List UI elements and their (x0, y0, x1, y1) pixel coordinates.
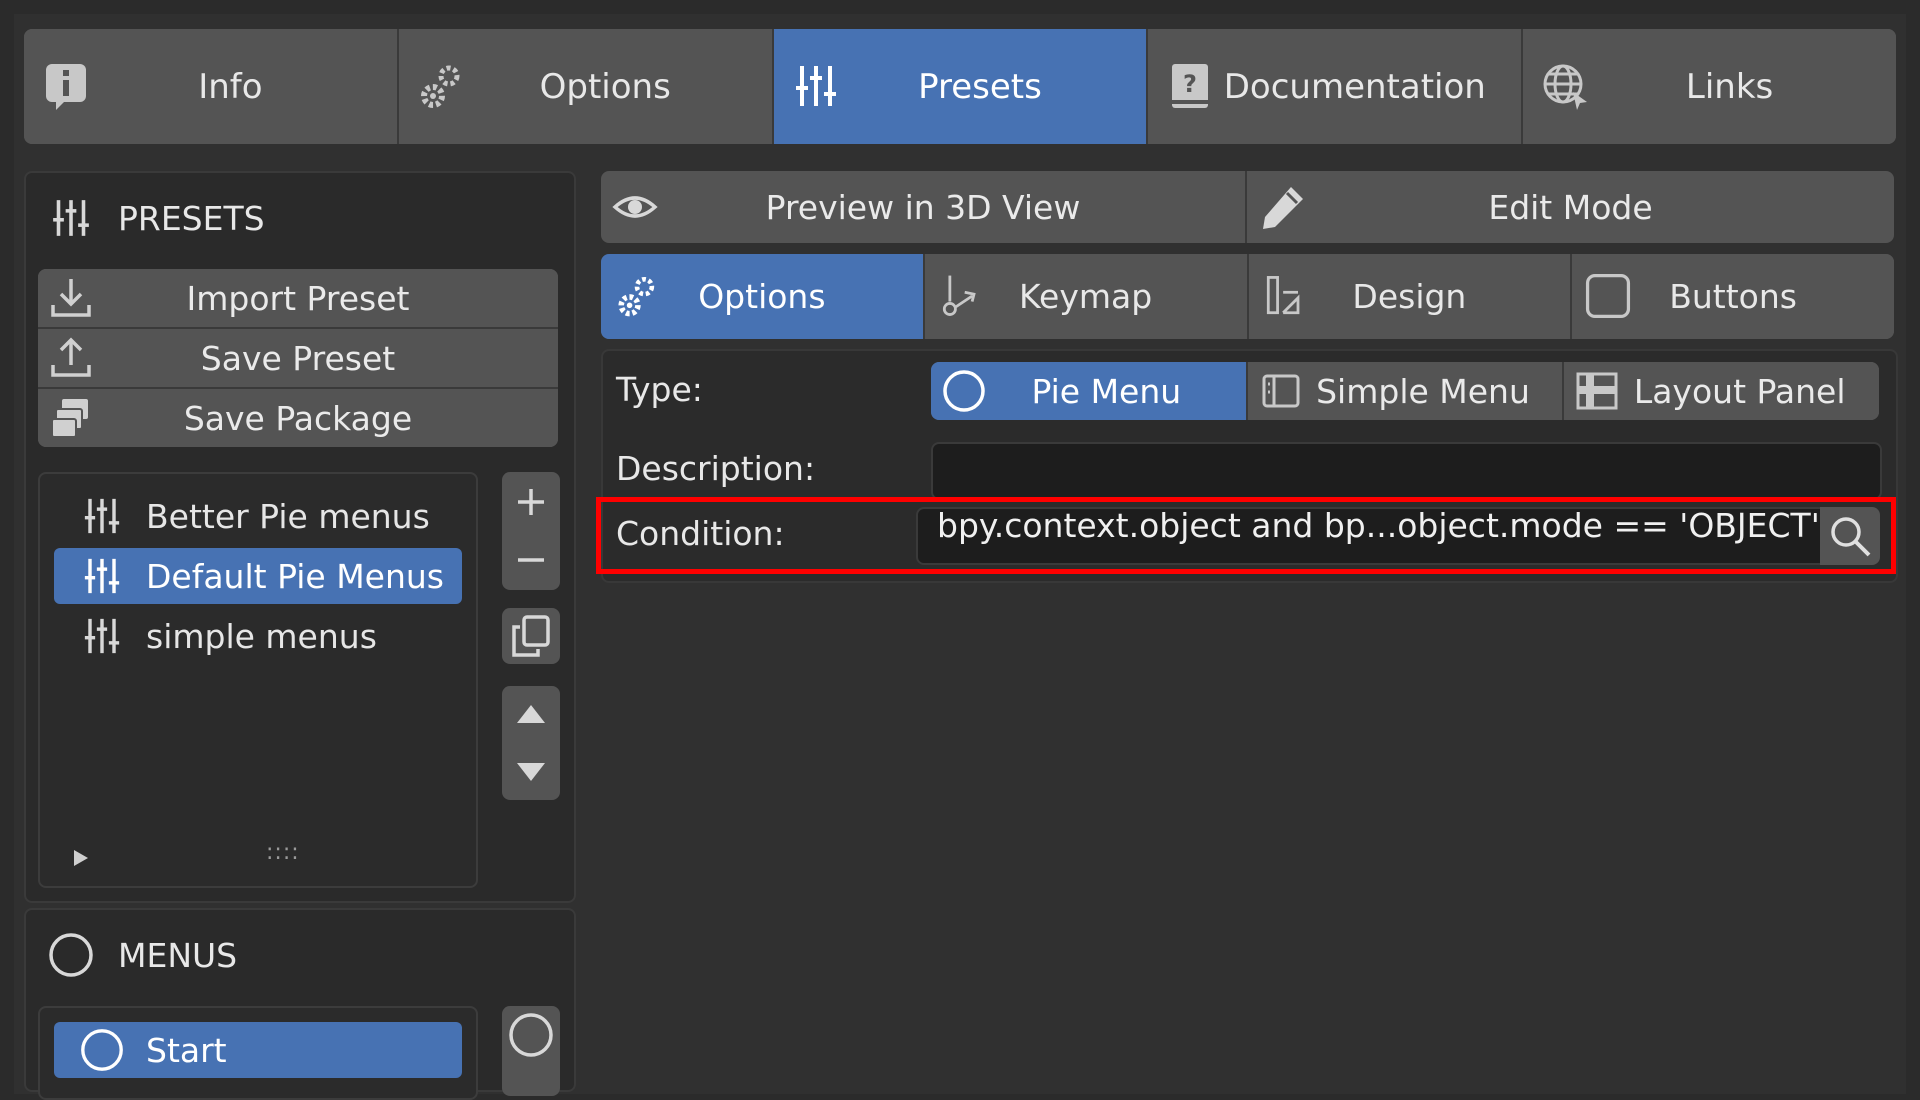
gears-icon (618, 276, 655, 317)
simple-menu-option[interactable]: Simple Menu (1247, 362, 1565, 420)
move-up-icon[interactable] (502, 687, 560, 743)
tab-keymap-label: Keymap (1019, 277, 1153, 316)
circle-icon (509, 1013, 553, 1057)
list-add-remove (502, 472, 560, 590)
package-icon (51, 399, 88, 438)
duplicate-icon (512, 615, 550, 657)
simple-menu-label: Simple Menu (1316, 371, 1530, 411)
list-item-label: simple menus (146, 616, 377, 656)
list-item[interactable]: Start (54, 1022, 462, 1078)
import-icon (51, 279, 91, 317)
keymap-icon (942, 275, 976, 316)
edit-mode-label: Edit Mode (1488, 187, 1653, 227)
export-icon (51, 337, 91, 377)
import-preset-button[interactable]: Import Preset (38, 269, 558, 329)
pie-menu-label: Pie Menu (1031, 371, 1182, 411)
buttons-icon (1586, 273, 1631, 319)
sliders-icon (795, 66, 836, 106)
design-icon (1266, 276, 1299, 315)
tab-editor-options-label: Options (698, 277, 826, 316)
minus-icon[interactable] (502, 531, 560, 589)
presets-header[interactable]: PRESETS (46, 193, 265, 243)
tab-design-label: Design (1352, 277, 1467, 316)
svg-text:?: ? (1183, 70, 1197, 98)
menu-type-selector: Pie Menu Simple Menu Layout Panel (931, 362, 1879, 420)
save-preset-label: Save Preset (200, 338, 396, 378)
move-down-icon[interactable] (502, 743, 560, 799)
save-package-button[interactable]: Save Package (38, 389, 558, 447)
sliders-icon (53, 200, 89, 236)
help-book-icon: ? (1172, 64, 1209, 108)
tab-keymap[interactable]: Keymap (924, 254, 1249, 339)
type-label: Type: (616, 370, 703, 409)
edit-mode-button[interactable]: Edit Mode (1247, 171, 1894, 243)
circle-icon (49, 933, 93, 977)
globe-icon (1543, 64, 1588, 110)
pie-menu-option[interactable]: Pie Menu (931, 362, 1248, 420)
tab-buttons-label: Buttons (1669, 277, 1797, 316)
description-label: Description: (616, 449, 816, 488)
sliders-icon (84, 558, 120, 594)
tab-design[interactable]: Design (1248, 254, 1573, 339)
simple-menu-icon (1262, 374, 1300, 408)
list-item[interactable]: simple menus (54, 608, 462, 664)
description-field[interactable] (931, 442, 1882, 500)
tab-links[interactable]: Links (1523, 29, 1896, 144)
expand-triangle-icon[interactable] (70, 848, 90, 868)
plus-icon[interactable] (502, 473, 560, 531)
eye-icon (612, 196, 658, 218)
duplicate-button[interactable] (502, 608, 560, 664)
circle-icon (943, 370, 985, 412)
info-icon (46, 64, 86, 110)
tab-info-label: Info (198, 66, 263, 107)
tab-options[interactable]: Options (398, 29, 774, 144)
tab-presets-label: Presets (918, 66, 1042, 107)
move-buttons (502, 686, 560, 800)
tab-links-label: Links (1685, 66, 1774, 107)
menus-title: MENUS (118, 935, 238, 975)
tab-presets[interactable]: Presets (773, 29, 1149, 144)
layout-panel-label: Layout Panel (1633, 371, 1846, 411)
list-item-label: Better Pie menus (146, 496, 430, 536)
list-item-label: Default Pie Menus (146, 556, 444, 596)
top-tab-bar: Info Options Presets ? Documentation Lin… (24, 29, 1896, 144)
gears-icon (420, 65, 460, 108)
sliders-icon (84, 498, 120, 534)
layout-panel-option[interactable]: Layout Panel (1564, 362, 1879, 420)
layout-panel-icon (1576, 372, 1618, 410)
menus-header[interactable]: MENUS (46, 930, 237, 980)
menu-type-button[interactable] (502, 1006, 560, 1096)
tab-editor-options[interactable]: Options (601, 254, 925, 339)
circle-icon (81, 1029, 123, 1071)
import-preset-label: Import Preset (186, 278, 410, 318)
pencil-icon (1263, 187, 1303, 229)
list-item-label: Start (146, 1030, 227, 1070)
tab-buttons[interactable]: Buttons (1572, 254, 1894, 339)
list-item[interactable]: Default Pie Menus (54, 548, 462, 604)
preview-3d-label: Preview in 3D View (765, 187, 1081, 227)
list-item[interactable]: Better Pie menus (54, 488, 462, 544)
save-preset-button[interactable]: Save Preset (38, 329, 558, 389)
save-package-label: Save Package (183, 398, 413, 438)
tab-options-label: Options (539, 66, 671, 107)
tab-documentation[interactable]: ? Documentation (1148, 29, 1524, 144)
tab-documentation-label: Documentation (1223, 66, 1486, 107)
presets-actions: Import Preset Save Preset Save Package (38, 269, 558, 447)
menus-list[interactable]: Start (38, 1006, 478, 1100)
presets-title: PRESETS (118, 198, 265, 238)
editor-tab-bar: Options Keymap Design Buttons (601, 254, 1894, 339)
condition-highlight-box (596, 497, 1896, 574)
presets-list[interactable]: Better Pie menus Default Pie Menus simpl… (38, 472, 478, 888)
list-resize-grip[interactable]: :::: (266, 840, 300, 865)
preview-3d-button[interactable]: Preview in 3D View (601, 171, 1247, 243)
sliders-icon (84, 618, 120, 654)
tab-info[interactable]: Info (24, 29, 399, 144)
